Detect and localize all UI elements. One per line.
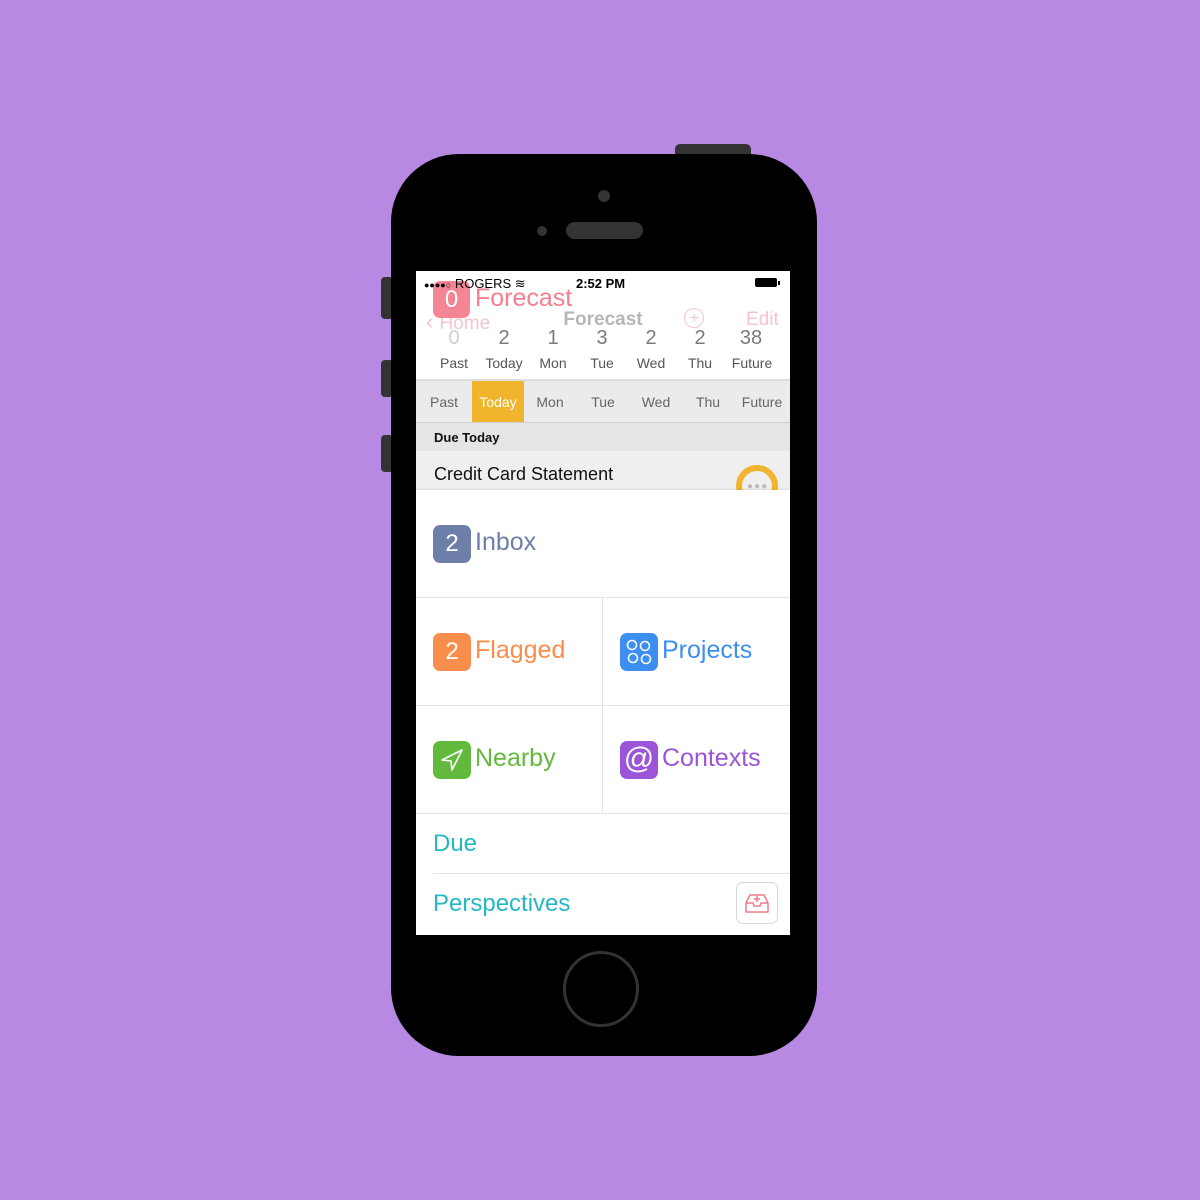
tab-past[interactable]: Past xyxy=(416,381,472,422)
plus-circle-icon[interactable]: + xyxy=(684,308,704,328)
contexts-cell[interactable]: @ Contexts xyxy=(603,706,790,813)
flagged-cell[interactable]: 2 Flagged xyxy=(416,598,603,705)
day-tue[interactable]: Tue xyxy=(574,355,630,371)
inbox-row[interactable]: 2 Inbox xyxy=(416,490,790,598)
day-future[interactable]: Future xyxy=(724,355,780,371)
tab-today[interactable]: Today xyxy=(472,381,524,422)
inbox-label: Inbox xyxy=(475,528,537,556)
count-past: 0 xyxy=(448,327,460,349)
due-row[interactable]: Due xyxy=(433,814,790,874)
carrier-name: ROGERS xyxy=(454,276,512,291)
count-mon: 1 xyxy=(547,327,559,349)
status-time: 2:52 PM xyxy=(576,276,626,291)
task-title: Credit Card Statement xyxy=(434,464,614,484)
nearby-cell[interactable]: Nearby xyxy=(416,706,603,813)
home-menu: 2 Inbox 2 Flagged Projects Nearby @ Cont… xyxy=(416,490,790,935)
at-icon: @ xyxy=(620,741,658,779)
flagged-label: Flagged xyxy=(475,636,566,664)
nearby-label: Nearby xyxy=(475,744,556,772)
due-label: Due xyxy=(433,830,478,857)
section-header: Due Today xyxy=(416,423,790,451)
proximity-sensor xyxy=(537,226,547,236)
battery-icon xyxy=(755,278,780,287)
forecast-counts: 0 2 1 3 2 2 38 xyxy=(416,327,790,349)
day-mon[interactable]: Mon xyxy=(525,355,581,371)
front-camera xyxy=(598,190,610,202)
inbox-count-badge: 2 xyxy=(433,525,471,563)
count-thu: 2 xyxy=(694,327,706,349)
count-wed: 2 xyxy=(645,327,657,349)
day-today[interactable]: Today xyxy=(476,355,532,371)
projects-cell[interactable]: Projects xyxy=(603,598,790,705)
status-bar: ●●●●○ ROGERS ≋ 2:52 PM xyxy=(416,271,790,295)
inbox-add-icon[interactable] xyxy=(736,882,778,924)
location-arrow-icon xyxy=(433,741,471,779)
home-button[interactable] xyxy=(563,951,639,1027)
wifi-icon: ≋ xyxy=(514,276,526,291)
count-future: 38 xyxy=(739,327,763,349)
day-thu[interactable]: Thu xyxy=(672,355,728,371)
earpiece-speaker xyxy=(566,222,643,239)
day-past[interactable]: Past xyxy=(426,355,482,371)
projects-icon xyxy=(620,633,658,671)
tab-tue[interactable]: Tue xyxy=(576,381,630,422)
task-row[interactable]: Credit Card Statement ●●● xyxy=(416,451,790,507)
count-tue: 3 xyxy=(596,327,608,349)
signal-icon: ●●●●○ xyxy=(424,280,452,290)
day-tabs: Past Today Mon Tue Wed Thu Future xyxy=(416,380,790,424)
perspectives-label: Perspectives xyxy=(433,890,571,917)
tab-wed[interactable]: Wed xyxy=(630,381,682,422)
tab-thu[interactable]: Thu xyxy=(682,381,734,422)
tab-mon[interactable]: Mon xyxy=(524,381,576,422)
forecast-days: Past Today Mon Tue Wed Thu Future xyxy=(416,355,790,380)
count-today: 2 xyxy=(498,327,510,349)
tab-future[interactable]: Future xyxy=(734,381,790,422)
day-wed[interactable]: Wed xyxy=(623,355,679,371)
screen: ‹ Home Forecast + Edit 0 Forecast 0 2 1 … xyxy=(416,271,790,935)
projects-label: Projects xyxy=(662,636,753,664)
flagged-count-badge: 2 xyxy=(433,633,471,671)
contexts-label: Contexts xyxy=(662,744,761,772)
